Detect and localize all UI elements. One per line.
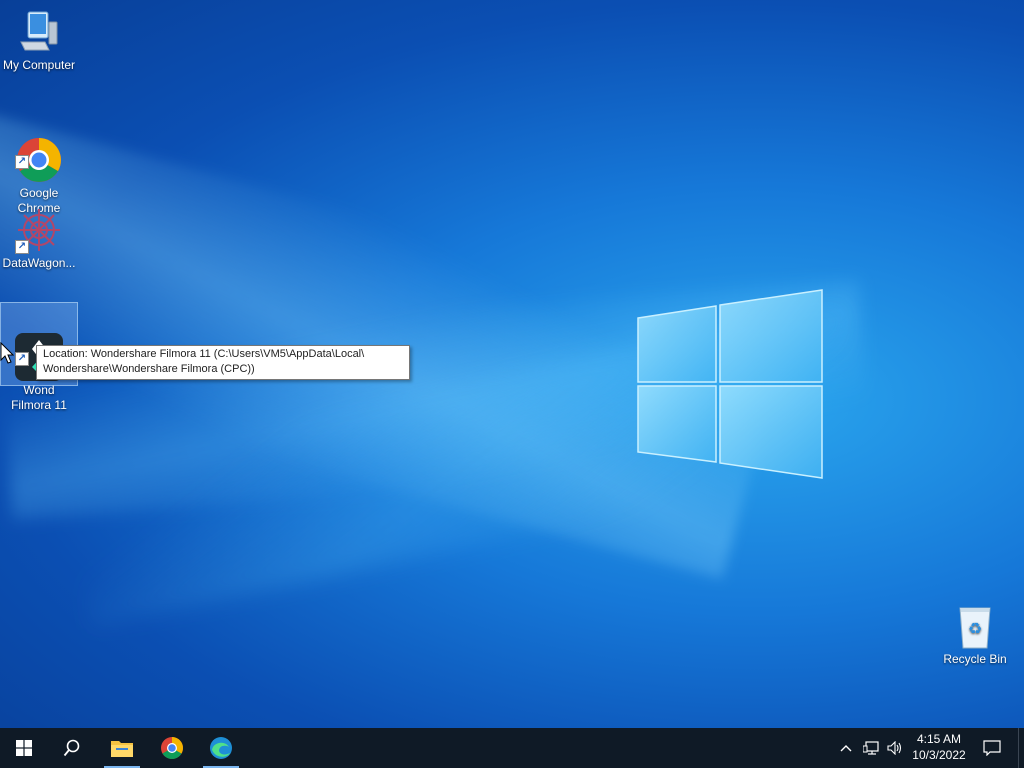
volume-icon [887,741,902,755]
desktop-icon-google-chrome[interactable]: ↗ Google Chrome [1,106,77,216]
icon-location-tooltip: Location: Wondershare Filmora 11 (C:\Use… [36,345,410,380]
taskbar-file-explorer[interactable] [98,728,146,768]
chrome-icon: ↗ [15,121,63,182]
shortcut-arrow-icon: ↗ [15,155,29,169]
taskbar-chrome[interactable] [148,728,196,768]
shortcut-arrow-icon: ↗ [15,240,29,254]
windows-logo-wallpaper [637,289,823,479]
search-icon [63,739,80,757]
shortcut-arrow-icon: ↗ [15,352,29,366]
mouse-cursor-icon [0,342,14,364]
tooltip-line: Wondershare\Wondershare Filmora (CPC)) [43,363,255,375]
taskbar-edge[interactable] [197,728,245,768]
desktop-icon-label: Recycle Bin [943,652,1007,666]
taskbar-clock[interactable]: 4:15 AM 10/3/2022 [906,731,972,763]
desktop-icon-label: Wond Filmora 11 [11,383,67,412]
network-tray-button[interactable] [860,728,882,768]
recycle-bin-icon: ♻ [951,602,999,650]
desktop-icon-my-computer[interactable]: My Computer [1,8,77,73]
clock-time: 4:15 AM [916,732,962,746]
volume-tray-button[interactable] [884,728,906,768]
tooltip-line: Location: Wondershare Filmora 11 (C:\Use… [43,348,365,360]
start-button[interactable] [0,728,48,768]
desktop-icon-recycle-bin[interactable]: ♻ Recycle Bin [937,602,1013,667]
clock-date: 10/3/2022 [912,748,966,762]
file-explorer-icon [111,741,133,757]
network-icon [863,741,879,755]
notification-icon [983,740,1001,756]
chevron-up-icon [840,745,852,752]
edge-icon [210,737,232,759]
datawagon-icon: ↗ [15,206,63,254]
search-button[interactable] [48,728,96,768]
taskbar: 4:15 AM 10/3/2022 [0,728,1024,768]
action-center-button[interactable] [978,728,1006,768]
show-hidden-icons-button[interactable] [836,728,856,768]
show-desktop-button[interactable] [1018,728,1024,768]
computer-icon [15,8,63,56]
chrome-icon [161,737,183,759]
windows-start-icon [16,740,32,756]
desktop-icon-label: DataWagon... [2,256,76,270]
desktop-icon-label: My Computer [2,58,76,72]
svg-text:♻: ♻ [968,619,982,638]
desktop[interactable]: My Computer ↗ Google Chrome ↗ DataWagon.… [0,0,1024,728]
desktop-icon-datawagon[interactable]: ↗ DataWagon... [1,206,77,271]
